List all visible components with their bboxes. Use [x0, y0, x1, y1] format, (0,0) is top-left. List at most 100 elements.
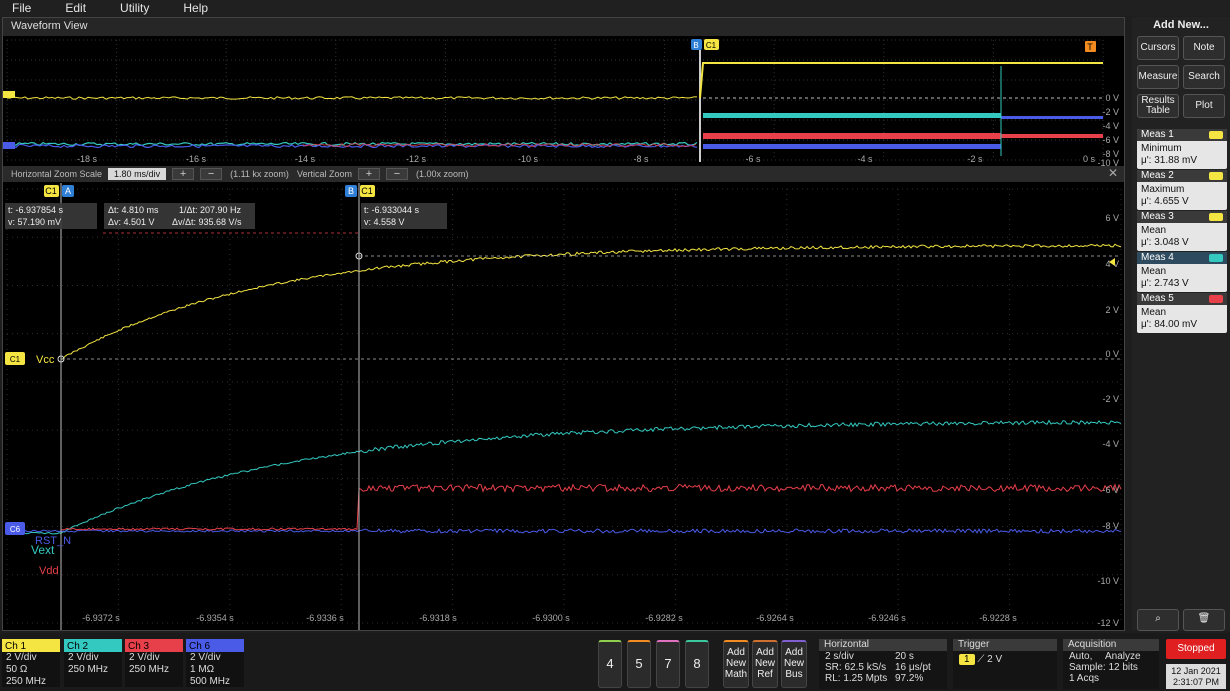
meas-type: Mean	[1141, 266, 1167, 277]
ov-time-tick: 0 s	[1083, 154, 1096, 164]
meas-value: μ': 4.655 V	[1141, 196, 1189, 207]
channel-badge-4[interactable]: Ch 62 V/div 1 MΩ 500 MHz	[186, 639, 244, 687]
time-tick: -6.9246 s	[868, 613, 906, 623]
horizontal-panel[interactable]: Horizontal 2 s/div 20 s SR: 62.5 kS/s 16 μ…	[819, 639, 947, 689]
meas-type: Maximum	[1141, 184, 1185, 195]
meas-badge-4[interactable]: Meas 4 Mean μ': 2.743 V	[1137, 252, 1227, 292]
trigger-panel[interactable]: Trigger 1 ⟋ 2 V	[953, 639, 1057, 689]
ov-time-tick: -6 s	[745, 154, 761, 164]
add-label-1: Add	[727, 647, 745, 658]
acquisition-panel[interactable]: Acquisition Auto, Analyze Sample: 12 bits…	[1063, 639, 1159, 689]
waveform-view[interactable]: Waveform View -18 s -16 s -14 s -12 s -10 s-…	[2, 17, 1125, 631]
acq-sample: Sample: 12 bits	[1069, 662, 1138, 673]
hzoom-plus-button[interactable]: +	[172, 168, 195, 180]
ov-ch3-band	[703, 133, 1001, 139]
note-button[interactable]: Note	[1183, 36, 1225, 60]
zoom-tool-icon[interactable]: ⌕	[1137, 609, 1179, 631]
channel-7-button[interactable]: 7	[656, 640, 680, 688]
meas-title-text: Meas 3	[1141, 211, 1174, 222]
vcc-label: Vcc	[36, 354, 55, 366]
overview-plot[interactable]: -18 s -16 s -14 s -12 s -10 s -8 s -6 s -4 s -2 …	[3, 36, 1124, 166]
acq-count: 1 Acqs	[1069, 673, 1100, 684]
cursor-b-label: B	[693, 41, 698, 50]
results-table-button[interactable]: Results Table	[1137, 94, 1179, 118]
trigger-channel: 1	[959, 654, 975, 665]
trash-icon[interactable]: 🗑	[1183, 609, 1225, 631]
add-new-0-button[interactable]: Add New Math	[723, 640, 749, 688]
menu-help[interactable]: Help	[183, 1, 208, 15]
vext-label: Vext	[31, 543, 55, 557]
meas-badge-3[interactable]: Meas 3 Mean μ': 3.048 V	[1137, 211, 1227, 251]
meas-title-text: Meas 1	[1141, 129, 1174, 140]
add-label-2: New	[725, 658, 746, 669]
hzoom-label: Horizontal Zoom Scale	[11, 169, 103, 179]
ov-volt-tick: 0 V	[1105, 93, 1119, 103]
menu-edit[interactable]: Edit	[65, 1, 86, 15]
channel-4-button[interactable]: 4	[598, 640, 622, 688]
acq-analyze: Analyze	[1105, 651, 1141, 662]
c1-offset-text: C1	[10, 355, 21, 364]
channel-badge-2[interactable]: Ch 22 V/div 250 MHz	[64, 639, 122, 687]
waveform-view-title: Waveform View	[3, 18, 1124, 36]
add-label-3: Math	[724, 669, 748, 680]
menu-utility[interactable]: Utility	[120, 1, 149, 15]
c1-marker-label: C1	[706, 41, 717, 50]
meas-type: Minimum	[1141, 143, 1182, 154]
menu-file[interactable]: File	[12, 1, 31, 15]
hzoom-minus-button[interactable]: −	[200, 168, 223, 180]
ov-ch6-band	[703, 144, 1001, 149]
cursor-a-time: t: -6.937854 s	[8, 205, 64, 215]
add-new-2-button[interactable]: Add New Bus	[781, 640, 807, 688]
meas-badge-2[interactable]: Meas 2 Maximum μ': 4.655 V	[1137, 170, 1227, 210]
channel-bandwidth: 250 MHz	[68, 664, 109, 675]
run-stop-status[interactable]: Stopped	[1166, 639, 1226, 659]
cursor-b-tag-text: B	[348, 186, 354, 196]
vzoom-minus-button[interactable]: −	[385, 168, 408, 180]
ov-time-tick: -16 s	[186, 154, 207, 164]
menu-bar: File Edit Utility Help	[0, 0, 1230, 16]
meas-badge-1[interactable]: Meas 1 Minimum μ': 31.88 mV	[1137, 129, 1227, 169]
volt-tick: -2 V	[1102, 394, 1119, 404]
channel-badge-1[interactable]: Ch 12 V/div 50 Ω 250 MHz	[2, 639, 60, 687]
zoom-close-icon[interactable]: ✕	[1108, 166, 1118, 180]
hzoom-scale-field[interactable]: 1.80 ms/div	[108, 168, 167, 180]
vdd-label: Vdd	[39, 565, 59, 577]
channel-name: Ch 2	[64, 641, 122, 652]
acq-mode: Auto,	[1069, 651, 1093, 662]
channel-5-button[interactable]: 5	[627, 640, 651, 688]
measure-button[interactable]: Measure	[1137, 65, 1179, 89]
overview-c6-offset-icon[interactable]	[3, 142, 15, 149]
cursors-button[interactable]: Cursors	[1137, 36, 1179, 60]
volt-tick: -6 V	[1102, 485, 1119, 495]
ov-ch1-trace	[6, 96, 698, 100]
channel-bandwidth: 250 MHz	[129, 664, 170, 675]
meas-title-text: Meas 5	[1141, 293, 1174, 304]
ov-time-tick: -14 s	[295, 154, 316, 164]
meas-type: Mean	[1141, 225, 1167, 236]
sample-rate: SR: 62.5 kS/s	[825, 662, 887, 673]
trigger-title: Trigger	[953, 639, 1057, 651]
time-tick: -6.9318 s	[419, 613, 457, 623]
channel-impedance: 1 MΩ	[190, 664, 215, 675]
search-button[interactable]: Search	[1183, 65, 1225, 89]
vzoom-plus-button[interactable]: +	[357, 168, 380, 180]
meas-badge-5[interactable]: Meas 5 Mean μ': 84.00 mV	[1137, 293, 1227, 333]
time-tick: -6.9282 s	[645, 613, 683, 623]
channel-badge-3[interactable]: Ch 32 V/div 250 MHz	[125, 639, 183, 687]
date: 12 Jan 2021	[1171, 666, 1221, 676]
plot-button[interactable]: Plot	[1183, 94, 1225, 118]
add-new-1-button[interactable]: Add New Ref	[752, 640, 778, 688]
add-label-3: Ref	[757, 669, 773, 680]
volt-tick: -8 V	[1102, 521, 1119, 531]
record-length: RL: 1.25 Mpts	[825, 673, 888, 684]
horizontal-title: Horizontal	[819, 639, 947, 651]
ov-volt-tick: -2 V	[1102, 107, 1119, 117]
meas-value: μ': 3.048 V	[1141, 237, 1189, 248]
ov-time-tick: -8 s	[633, 154, 649, 164]
main-plot[interactable]: 6 V4 V2 V0 V-2 V-4 V-6 V-8 V-10 V-12 V-6…	[3, 183, 1124, 630]
horizontal-scale: 2 s/div	[825, 651, 854, 662]
horizontal-duration: 20 s	[895, 651, 914, 662]
channel-8-button[interactable]: 8	[685, 640, 709, 688]
time: 2:31:07 PM	[1172, 677, 1220, 687]
overview-c1-offset-icon[interactable]	[3, 91, 15, 98]
